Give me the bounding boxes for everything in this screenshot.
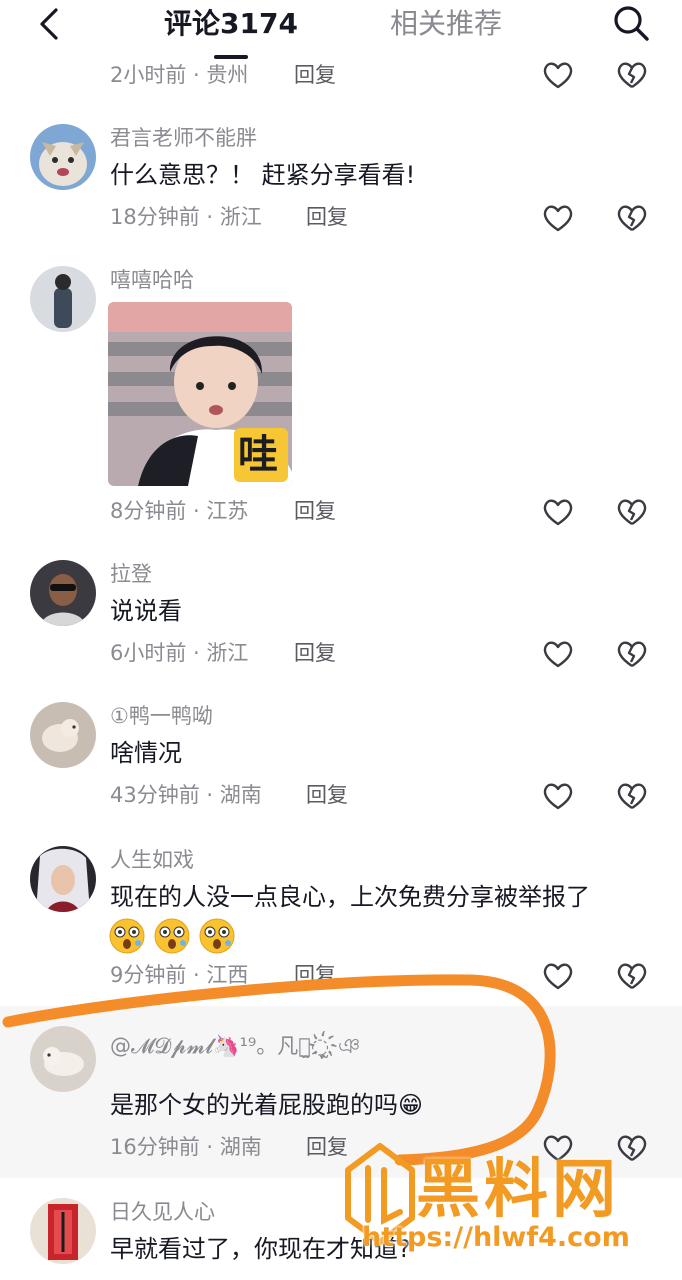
top-bar: 评论3174 相关推荐 xyxy=(0,0,682,62)
weary-face-emoji-icon xyxy=(199,918,235,954)
sticker-image[interactable]: 哇 xyxy=(108,302,292,486)
tab-comments[interactable]: 评论3174 xyxy=(164,4,298,44)
broken-heart-icon[interactable] xyxy=(616,638,648,670)
back-arrow-icon[interactable] xyxy=(30,4,70,44)
emoji-row xyxy=(108,917,238,957)
reply-button[interactable]: 回复 xyxy=(294,638,336,668)
comment-username[interactable]: 拉登 xyxy=(110,560,152,588)
comment-meta: 2小时前 · 贵州 xyxy=(110,63,249,87)
comment-username[interactable]: 人生如戏 xyxy=(110,846,194,874)
tab-related[interactable]: 相关推荐 xyxy=(390,4,502,44)
active-tab-indicator xyxy=(214,55,248,59)
heart-icon[interactable] xyxy=(542,780,574,812)
heart-icon[interactable] xyxy=(542,496,574,528)
watermark-text: 黑料网 xyxy=(416,1153,620,1227)
reply-button[interactable]: 回复 xyxy=(294,60,336,90)
avatar[interactable] xyxy=(30,1026,96,1092)
comment-text: 什么意思？！ 赶紧分享看看! xyxy=(110,161,416,189)
avatar[interactable] xyxy=(30,702,96,768)
broken-heart-icon[interactable] xyxy=(616,780,648,812)
weary-face-emoji-icon xyxy=(109,918,145,954)
comment-meta: 16分钟前 · 湖南 xyxy=(110,1135,262,1159)
comment-meta: 8分钟前 · 江苏 xyxy=(110,499,249,523)
comment-username[interactable]: ①鸭一鸭呦 xyxy=(110,702,213,730)
avatar[interactable] xyxy=(30,124,96,190)
avatar[interactable] xyxy=(30,1198,96,1264)
heart-icon[interactable] xyxy=(542,202,574,234)
heart-icon[interactable] xyxy=(542,638,574,670)
broken-heart-icon[interactable] xyxy=(616,202,648,234)
avatar[interactable] xyxy=(30,560,96,626)
comment-username[interactable]: @𝓜𝓓𝓹𝓶𝓵🦄¹⁹。凡︶̫◌̫҉ঞ xyxy=(110,1032,360,1060)
comment-text: 现在的人没一点良心，上次免费分享被举报了 xyxy=(110,883,590,911)
comment-username[interactable]: 日久见人心 xyxy=(110,1198,215,1226)
broken-heart-icon[interactable] xyxy=(616,496,648,528)
weary-face-emoji-icon xyxy=(154,918,190,954)
watermark-url: https://hlwf4.com xyxy=(362,1222,630,1253)
reply-button[interactable]: 回复 xyxy=(294,496,336,526)
sticker-caption: 哇 xyxy=(238,432,278,478)
reply-button[interactable]: 回复 xyxy=(294,960,336,990)
heart-icon[interactable] xyxy=(542,59,574,91)
broken-heart-icon[interactable] xyxy=(616,59,648,91)
comment-meta: 18分钟前 · 浙江 xyxy=(110,205,262,229)
heart-icon[interactable] xyxy=(542,960,574,992)
comment-username[interactable]: 君言老师不能胖 xyxy=(110,124,257,152)
comment-meta: 6小时前 · 浙江 xyxy=(110,641,249,665)
comment-username[interactable]: 嘻嘻哈哈 xyxy=(110,266,194,294)
comment-text: 说说看 xyxy=(110,597,182,625)
avatar[interactable] xyxy=(30,846,96,912)
comment-text: 啥情况 xyxy=(110,739,182,767)
broken-heart-icon[interactable] xyxy=(616,960,648,992)
comment-text: 是那个女的光着屁股跑的吗😁 xyxy=(110,1091,424,1119)
reply-button[interactable]: 回复 xyxy=(306,202,348,232)
reply-button[interactable]: 回复 xyxy=(306,780,348,810)
comment-meta: 43分钟前 · 湖南 xyxy=(110,783,262,807)
comment-meta: 9分钟前 · 江西 xyxy=(110,963,249,987)
avatar[interactable] xyxy=(30,266,96,332)
search-icon[interactable] xyxy=(610,2,652,44)
